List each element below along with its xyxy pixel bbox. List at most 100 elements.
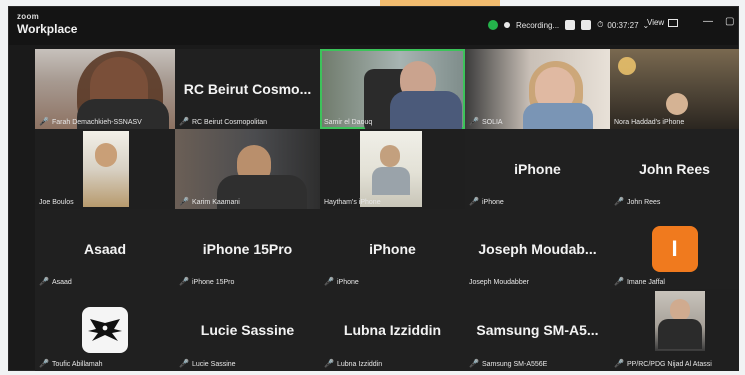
participant-title: iPhone <box>514 161 561 177</box>
participant-tile[interactable]: Asaad 🎤 Asaad <box>35 209 175 289</box>
top-bar: zoom Workplace Recording... ⏱ 00:37:27 ⌄… <box>9 7 738 45</box>
participant-name-text: Farah Demachkieh-SSNASV <box>51 118 142 126</box>
video-frame <box>658 319 702 349</box>
participant-name-text: iPhone 15Pro <box>191 278 235 286</box>
screen: zoom Workplace Recording... ⏱ 00:37:27 ⌄… <box>0 0 745 375</box>
participant-name: Samir el Daouq <box>324 119 372 126</box>
video-frame <box>380 145 400 167</box>
avatar <box>82 307 128 353</box>
participant-title: Lubna Izziddin <box>343 322 442 338</box>
participant-name-text: Imane Jaffal <box>626 278 665 286</box>
participant-name-text: John Rees <box>626 198 661 206</box>
participant-name: 🎤 Toufic Abillamah <box>39 360 103 368</box>
video-frame <box>523 103 593 129</box>
participant-name: 🎤 Karim Kaamani <box>179 198 240 206</box>
view-label: View <box>647 18 665 27</box>
mic-muted-icon: 🎤 <box>179 117 189 126</box>
participant-title: Lucie Sassine <box>200 322 295 338</box>
participant-tile[interactable]: Haytham's iPhone <box>320 129 465 209</box>
participant-tile[interactable]: John Rees 🎤 John Rees <box>610 129 739 209</box>
avatar-letter: I <box>671 236 678 261</box>
participant-name: 🎤 PP/RC/PDG Nijad Al Atassi <box>614 360 712 368</box>
participant-title: John Rees <box>639 161 710 177</box>
maximize-button[interactable]: ▢ <box>725 16 734 27</box>
mic-muted-icon: 🎤 <box>614 277 624 286</box>
participant-name: 🎤 Samsung SM-A556E <box>469 360 547 368</box>
participant-tile[interactable]: Lucie Sassine 🎤 Lucie Sassine <box>175 289 320 371</box>
participant-title: RC Beirut Cosmo... <box>183 81 312 97</box>
participant-name-text: RC Beirut Cosmopolitan <box>191 118 268 126</box>
participant-tile[interactable]: 🎤 SOLIA <box>465 49 610 129</box>
timer-text: 00:37:27 <box>607 20 639 30</box>
active-speaker-tile[interactable]: Samir el Daouq <box>320 49 465 129</box>
participant-name-text: Asaad <box>51 278 72 286</box>
participant-name: Haytham's iPhone <box>324 199 381 206</box>
participant-name-text: Samsung SM-A556E <box>481 360 548 368</box>
participant-title: Asaad <box>83 241 127 257</box>
pause-recording-button[interactable] <box>565 20 576 30</box>
stop-recording-button[interactable] <box>581 20 592 30</box>
bird-logo-icon <box>88 319 122 341</box>
participant-tile[interactable]: Nora Haddad's iPhone <box>610 49 739 129</box>
participant-tile[interactable]: iPhone 15Pro 🎤 iPhone 15Pro <box>175 209 320 289</box>
participant-name: 🎤 iPhone 15Pro <box>179 278 234 286</box>
shield-icon <box>488 20 498 30</box>
mic-muted-icon: 🎤 <box>469 359 479 368</box>
participant-tile[interactable]: 🎤 Karim Kaamani <box>175 129 320 209</box>
participant-name: 🎤 Imane Jaffal <box>614 278 665 286</box>
video-frame <box>670 299 690 321</box>
participant-name: Joseph Moudabber <box>469 279 529 286</box>
mic-muted-icon: 🎤 <box>324 359 334 368</box>
brand-top: zoom <box>17 12 40 21</box>
participant-tile[interactable]: 🎤 Toufic Abillamah <box>35 289 175 371</box>
participant-name: 🎤 Asaad <box>39 278 72 286</box>
video-frame <box>666 93 688 115</box>
participant-name: 🎤 iPhone <box>469 198 504 206</box>
participant-tile[interactable]: 🎤 PP/RC/PDG Nijad Al Atassi <box>610 289 739 371</box>
participant-name-text: Joseph Moudabber <box>469 279 529 286</box>
mic-muted-icon: 🎤 <box>324 277 334 286</box>
mic-muted-icon: 🎤 <box>179 197 189 206</box>
participant-name-text: Lucie Sassine <box>191 360 236 368</box>
participant-tile[interactable]: RC Beirut Cosmo... 🎤 RC Beirut Cosmopoli… <box>175 49 320 129</box>
participant-name-text: Haytham's iPhone <box>324 199 381 206</box>
clock-icon: ⏱ <box>597 20 604 29</box>
video-frame <box>618 57 636 75</box>
mic-muted-icon: 🎤 <box>469 117 479 126</box>
participant-title: Samsung SM-A5... <box>476 322 599 338</box>
participant-tile[interactable]: I 🎤 Imane Jaffal <box>610 209 739 289</box>
zoom-window: zoom Workplace Recording... ⏱ 00:37:27 ⌄… <box>8 6 739 371</box>
mic-muted-icon: 🎤 <box>39 117 49 126</box>
recording-label: Recording... <box>516 20 560 30</box>
participant-name-text: Joe Boulos <box>39 199 74 206</box>
mic-muted-icon: 🎤 <box>614 197 624 206</box>
participant-tile[interactable]: iPhone 🎤 iPhone <box>465 129 610 209</box>
participant-tile[interactable]: iPhone 🎤 iPhone <box>320 209 465 289</box>
participant-name: Joe Boulos <box>39 199 74 206</box>
minimize-button[interactable]: — <box>703 16 713 27</box>
mic-muted-icon: 🎤 <box>179 277 189 286</box>
participant-tile[interactable]: Joseph Moudab... Joseph Moudabber <box>465 209 610 289</box>
participant-name: 🎤 John Rees <box>614 198 660 206</box>
participant-name-text: Nora Haddad's iPhone <box>614 119 685 126</box>
participant-name-text: iPhone <box>336 278 359 286</box>
participant-name: 🎤 SOLIA <box>469 118 503 126</box>
participant-name-text: Lubna Izziddin <box>336 360 383 368</box>
participant-name: 🎤 Lucie Sassine <box>179 360 236 368</box>
participant-tile[interactable]: Lubna Izziddin 🎤 Lubna Izziddin <box>320 289 465 371</box>
video-frame <box>390 91 462 129</box>
participant-name-text: iPhone <box>481 198 504 206</box>
participant-title: iPhone <box>369 241 416 257</box>
view-button[interactable]: View <box>647 18 679 27</box>
avatar: I <box>651 226 698 272</box>
participant-tile[interactable]: Joe Boulos <box>35 129 175 209</box>
participant-tile[interactable]: Samsung SM-A5... 🎤 Samsung SM-A556E <box>465 289 610 371</box>
participant-name-text: Samir el Daouq <box>324 119 373 126</box>
participant-tile[interactable]: 🎤 Farah Demachkieh-SSNASV <box>35 49 175 129</box>
video-frame <box>372 167 410 195</box>
participant-name: 🎤 Lubna Izziddin <box>324 360 382 368</box>
brand: zoom Workplace <box>17 12 78 36</box>
brand-bottom: Workplace <box>17 22 78 36</box>
grid-view-icon <box>668 18 679 27</box>
mic-muted-icon: 🎤 <box>179 359 189 368</box>
